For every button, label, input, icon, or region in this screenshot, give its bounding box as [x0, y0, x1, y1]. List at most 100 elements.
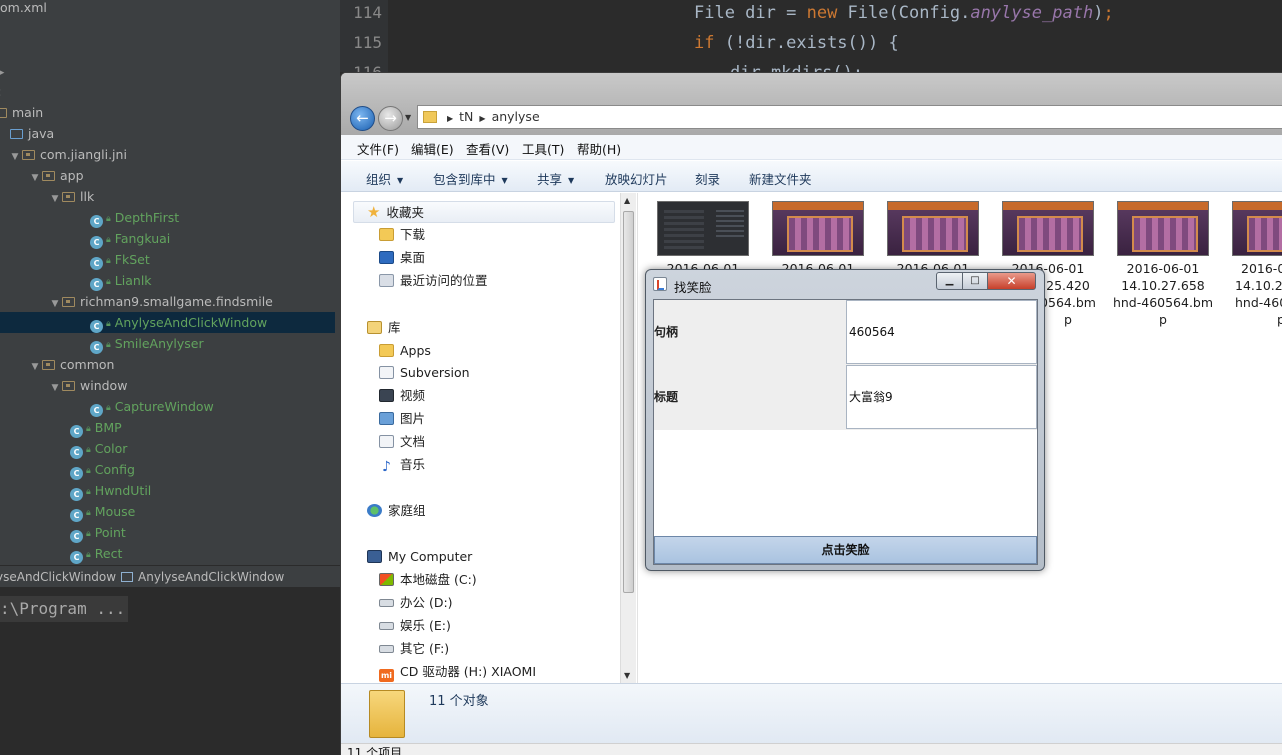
menu-view[interactable]: 查看(V) — [466, 139, 509, 158]
file-name[interactable]: 2016-0 14.10.2 hnd-4605p — [1223, 260, 1282, 328]
share-button[interactable]: 共享 ▼ — [537, 169, 574, 188]
tree-item-common[interactable]: ▼ common — [28, 354, 115, 378]
file-thumbnail[interactable] — [1232, 201, 1282, 256]
file-name[interactable]: 2016-06-01 14.10.27.658 hnd-460564.bm p — [1108, 260, 1218, 328]
handle-field[interactable]: 460564 — [846, 300, 1037, 364]
chevron-right-icon[interactable]: ▶ — [447, 114, 453, 123]
collapse-arrow-icon[interactable]: ▼ — [28, 357, 42, 378]
slideshow-button[interactable]: 放映幻灯片 — [605, 169, 668, 188]
tree-item-class[interactable]: C 🔒︎ HwndUtil — [70, 480, 151, 501]
console-output[interactable]: :\Program ... — [0, 596, 128, 622]
forward-button[interactable]: → — [378, 106, 403, 131]
menu-help[interactable]: 帮助(H) — [577, 139, 621, 158]
navigation-scrollbar[interactable]: ▲ ▼ — [620, 193, 636, 683]
file-thumbnail[interactable] — [1002, 201, 1094, 256]
breadcrumb-item[interactable]: anylyse — [492, 109, 540, 124]
scroll-down-icon[interactable]: ▼ — [624, 671, 630, 680]
collapse-arrow-icon[interactable]: ▼ — [8, 147, 22, 168]
tree-item-app[interactable]: ▼ app — [28, 165, 84, 186]
nav-drive-f[interactable]: 其它 (F:) — [379, 639, 449, 659]
tree-item-class-selected[interactable]: C 🔒︎ AnylyseAndClickWindow — [0, 312, 335, 333]
tree-item-class[interactable]: C 🔒︎ SmileAnylyser — [90, 333, 204, 354]
organize-button[interactable]: 组织 ▼ — [366, 169, 403, 188]
tree-item-class[interactable]: C 🔒︎ Mouse — [70, 501, 135, 522]
nav-lib-music[interactable]: ♪ 音乐 — [379, 455, 425, 475]
tree-item-main[interactable]: main — [0, 102, 43, 123]
code-editor[interactable]: File dir = new File(Config.anylyse_path)… — [388, 0, 1282, 83]
tree-item-class[interactable]: C 🔒︎ Fangkuai — [90, 228, 170, 249]
chevron-right-icon[interactable]: ▶ — [479, 114, 485, 123]
menu-file[interactable]: 文件(F) — [357, 139, 399, 158]
tree-item-collapsed[interactable]: ▶ — [0, 60, 8, 81]
maximize-button[interactable]: □ — [962, 272, 988, 290]
tree-item-class[interactable]: C 🔒︎ FkSet — [90, 249, 150, 270]
tree-item-window[interactable]: ▼ window — [48, 375, 128, 399]
history-dropdown-icon[interactable]: ▼ — [405, 113, 411, 122]
burn-button[interactable]: 刻录 — [695, 169, 720, 188]
file-thumbnail[interactable] — [887, 201, 979, 256]
nav-recent-places[interactable]: 最近访问的位置 — [379, 271, 488, 291]
tree-item-class[interactable]: C 🔒︎ DepthFirst — [90, 207, 179, 228]
dialog-titlebar[interactable]: 找笑脸 ▁ □ ✕ — [646, 270, 1044, 298]
file-thumbnail[interactable] — [772, 201, 864, 256]
tree-item-llk[interactable]: ▼ llk — [48, 186, 95, 210]
address-bar[interactable]: ▶ tN ▶ anylyse — [417, 105, 1282, 129]
collapse-arrow-icon[interactable]: ▼ — [48, 189, 62, 210]
tree-item-pom[interactable]: om.xml — [0, 0, 47, 18]
menu-edit[interactable]: 编辑(E) — [411, 139, 454, 158]
tree-item-class[interactable]: C 🔒︎ Config — [70, 459, 135, 480]
title-field[interactable]: 大富翁9 — [846, 365, 1037, 429]
ide-tab[interactable]: AnylyseAndClickWindow — [121, 568, 284, 586]
tree-item-class[interactable]: C 🔒︎ Lianlk — [90, 270, 152, 291]
nav-favorites[interactable]: ★ 收藏夹 — [367, 202, 424, 222]
nav-lib-subversion[interactable]: Subversion — [379, 363, 470, 383]
include-in-library-button[interactable]: 包含到库中 ▼ — [433, 169, 508, 188]
lock-icon: 🔒︎ — [86, 466, 91, 476]
tree-item-c[interactable]: c — [0, 81, 1, 102]
file-thumbnail[interactable] — [1117, 201, 1209, 256]
file-name-line: 2016-06-01 — [1126, 261, 1200, 276]
nav-homegroup[interactable]: 家庭组 — [367, 501, 426, 521]
tree-item-class[interactable]: C 🔒︎ CaptureWindow — [90, 396, 214, 417]
nav-lib-documents[interactable]: 文档 — [379, 432, 425, 452]
nav-lib-videos[interactable]: 视频 — [379, 386, 425, 406]
new-folder-button[interactable]: 新建文件夹 — [749, 169, 812, 188]
scrollbar-thumb[interactable] — [623, 211, 634, 593]
close-button[interactable]: ✕ — [987, 272, 1036, 290]
package-icon — [42, 360, 55, 370]
file-name-line: hnd-460564.bm — [1112, 295, 1214, 310]
tree-item-label: SmileAnylyser — [114, 336, 204, 351]
code-token: File dir = — [694, 3, 807, 23]
menu-tools[interactable]: 工具(T) — [522, 139, 564, 158]
minimize-button[interactable]: ▁ — [936, 272, 963, 290]
scroll-up-icon[interactable]: ▲ — [624, 196, 630, 205]
nav-drive-c[interactable]: 本地磁盘 (C:) — [379, 570, 477, 590]
nav-lib-pictures[interactable]: 图片 — [379, 409, 425, 429]
nav-desktop[interactable]: 桌面 — [379, 248, 425, 268]
nav-drive-e[interactable]: 娱乐 (E:) — [379, 616, 451, 636]
tree-item-class[interactable]: C 🔒︎ Color — [70, 438, 127, 459]
click-smile-button[interactable]: 点击笑脸 — [654, 536, 1037, 564]
tree-item-class[interactable]: C 🔒︎ Point — [70, 522, 126, 543]
nav-lib-apps[interactable]: Apps — [379, 341, 431, 361]
tree-item-richman[interactable]: ▼ richman9.smallgame.findsmile — [48, 291, 273, 312]
nav-label: Subversion — [400, 365, 470, 380]
nav-downloads[interactable]: 下载 — [379, 225, 425, 245]
ide-tab[interactable]: yseAndClickWindow — [0, 568, 116, 586]
back-button[interactable]: ← — [350, 106, 375, 131]
breadcrumb-item[interactable]: tN — [459, 109, 473, 124]
nav-drive-d[interactable]: 办公 (D:) — [379, 593, 453, 613]
tree-item-class[interactable]: C 🔒︎ BMP — [70, 417, 122, 438]
collapse-arrow-icon[interactable]: ▼ — [28, 168, 42, 189]
collapse-arrow-icon[interactable]: ▼ — [48, 378, 62, 399]
nav-drive-h[interactable]: mi CD 驱动器 (H:) XIAOMI — [379, 662, 536, 682]
nav-libraries[interactable]: 库 — [367, 318, 401, 338]
tree-item-package-root[interactable]: ▼ com.jiangli.jni — [8, 144, 127, 165]
tree-item-java[interactable]: java — [10, 123, 54, 144]
nav-computer[interactable]: My Computer — [367, 547, 472, 567]
folder-icon — [0, 108, 7, 118]
file-thumbnail[interactable] — [657, 201, 749, 256]
expand-arrow-icon[interactable]: ▶ — [0, 63, 8, 84]
line-number: 115 — [353, 33, 382, 52]
tree-item-class[interactable]: C 🔒︎ Rect — [70, 543, 122, 564]
